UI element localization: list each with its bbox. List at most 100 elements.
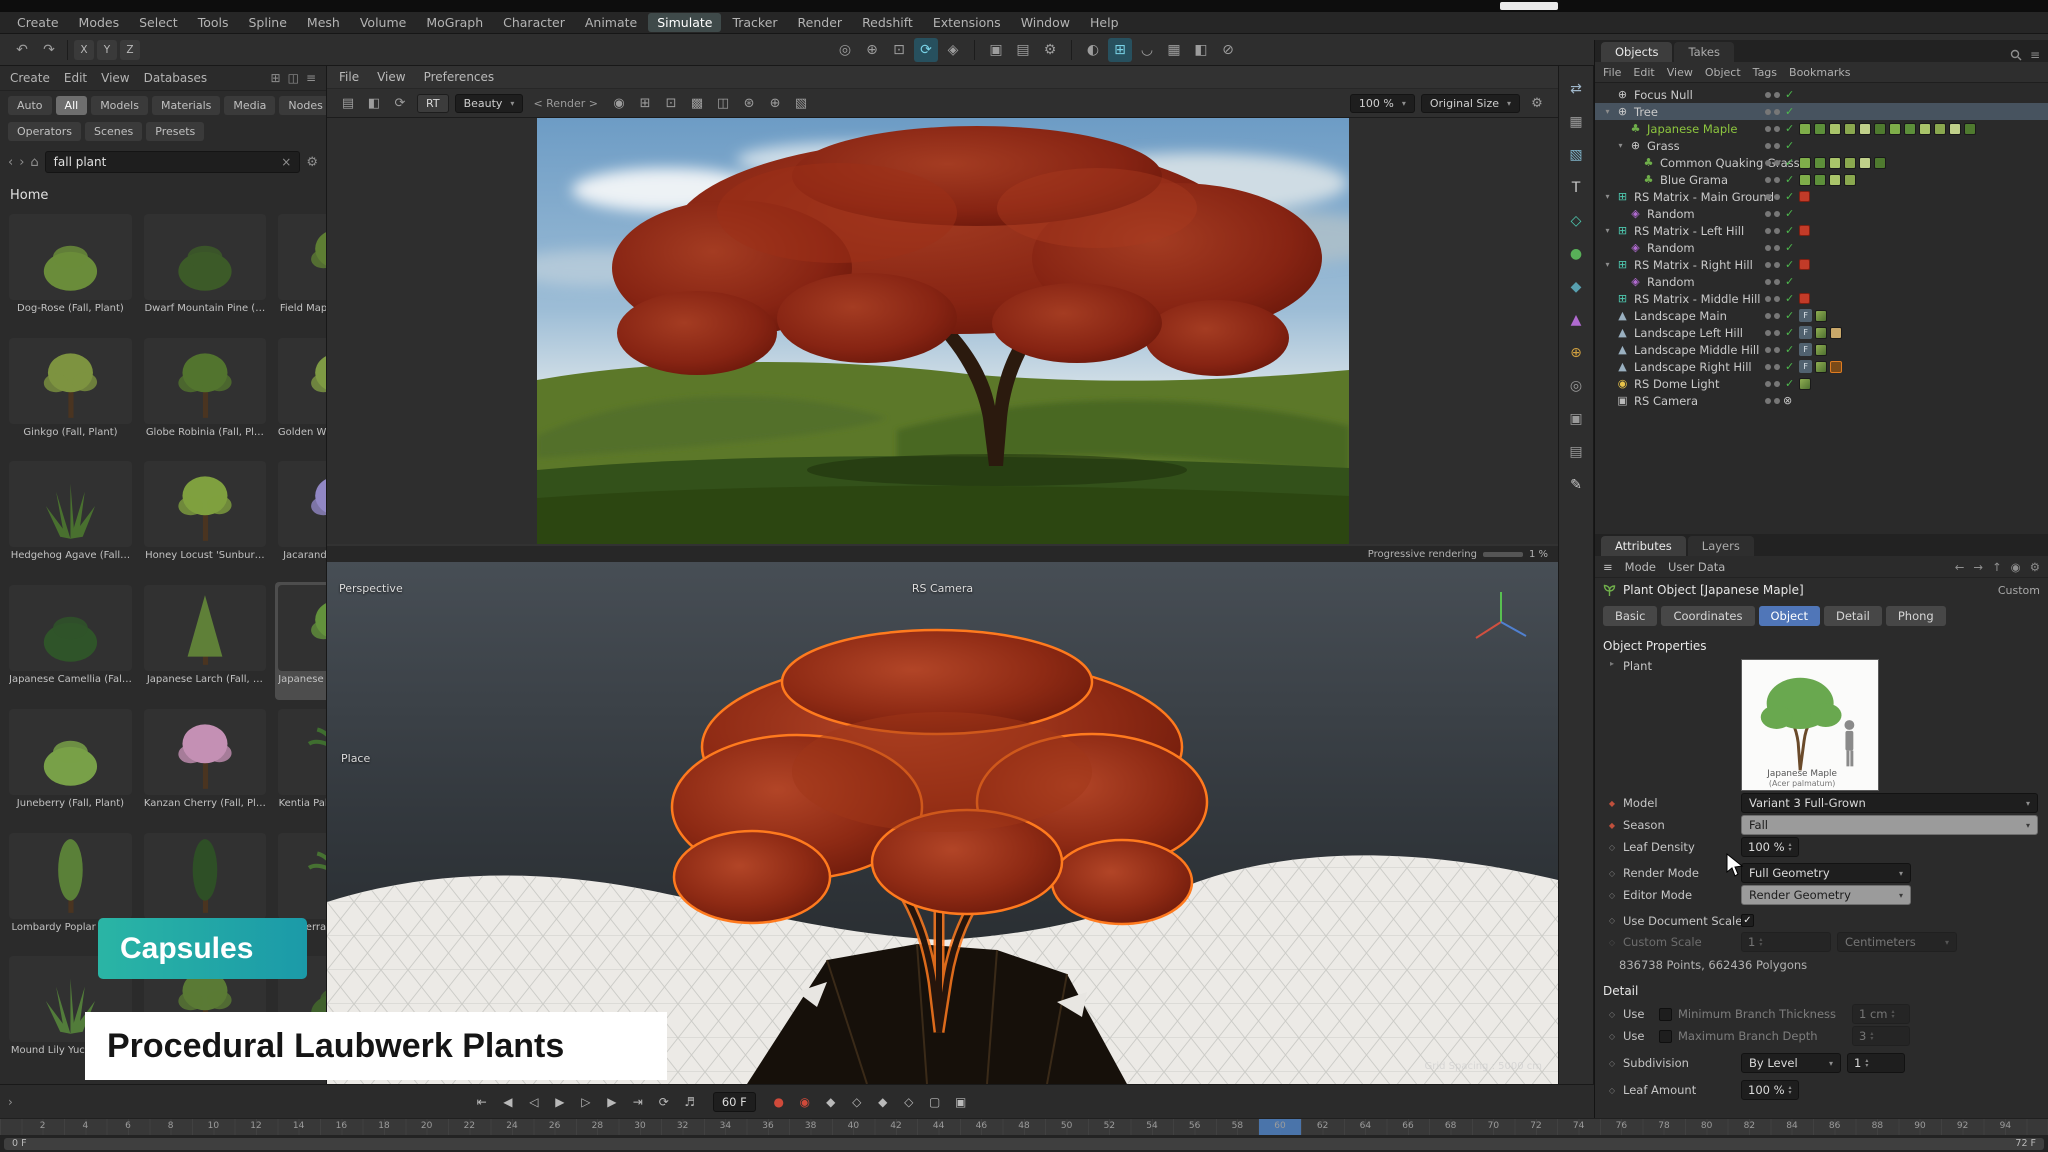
object-row-random[interactable]: ◈Random✓ — [1595, 273, 2048, 290]
object-row-rs-camera[interactable]: ▣RS Camera⊗ — [1595, 392, 2048, 409]
filter-all[interactable]: All — [56, 96, 88, 115]
texture-mode-icon[interactable]: ▧ — [1563, 142, 1589, 168]
ruler-frame-36[interactable]: 36 — [762, 1121, 773, 1131]
undo-icon[interactable]: ↶ — [10, 38, 34, 62]
material-swatch[interactable] — [1829, 174, 1841, 186]
key-dot[interactable]: ◇ — [1607, 869, 1617, 878]
list-view-icon[interactable]: ≡ — [306, 71, 316, 85]
enabled-check-icon[interactable]: ✓ — [1785, 207, 1794, 220]
render-visibility-dot[interactable] — [1774, 109, 1780, 115]
axis-x-button[interactable]: X — [74, 40, 94, 60]
frame-ruler[interactable]: 2468101214161820222426283032343638404244… — [0, 1118, 2048, 1135]
menu-simulate[interactable]: Simulate — [648, 13, 721, 32]
next-frame-button[interactable]: ▷ — [575, 1091, 597, 1113]
enabled-check-icon[interactable]: ✓ — [1785, 258, 1794, 271]
tan-tag-chip[interactable] — [1830, 327, 1842, 339]
material-swatch[interactable] — [1844, 123, 1856, 135]
text-tool-icon[interactable]: T — [1563, 175, 1589, 201]
asset-thumb-ginkgo-fall-plant[interactable]: Ginkgo (Fall, Plant) — [6, 335, 135, 453]
red-tag-chip[interactable] — [1799, 293, 1810, 304]
rotate-tool-icon[interactable]: ⟳ — [914, 38, 938, 62]
section-tab-object[interactable]: Object — [1759, 606, 1820, 626]
layout-tab-indicator[interactable] — [1500, 2, 1558, 10]
snap-magnet-icon[interactable]: ◡ — [1135, 38, 1159, 62]
editor-visibility-dot[interactable] — [1765, 228, 1771, 234]
user-data-menu[interactable]: User Data — [1668, 560, 1725, 574]
material-swatch[interactable] — [1874, 123, 1886, 135]
ruler-frame-12[interactable]: 12 — [250, 1121, 261, 1131]
menu-animate[interactable]: Animate — [576, 13, 646, 32]
render-visibility-dot[interactable] — [1774, 398, 1780, 404]
split-view-icon[interactable]: ◫ — [288, 71, 299, 85]
editor-visibility-dot[interactable] — [1765, 262, 1771, 268]
tab-objects[interactable]: Objects — [1601, 42, 1672, 62]
ruler-frame-90[interactable]: 90 — [1914, 1121, 1925, 1131]
menu-window[interactable]: Window — [1012, 13, 1079, 32]
ruler-frame-22[interactable]: 22 — [464, 1121, 475, 1131]
red-tag-chip[interactable] — [1799, 191, 1810, 202]
editor-visibility-dot[interactable] — [1765, 313, 1771, 319]
camera-tool-icon[interactable]: ▣ — [1563, 406, 1589, 432]
key-dot[interactable]: ◇ — [1607, 1010, 1617, 1019]
editor-visibility-dot[interactable] — [1765, 92, 1771, 98]
custom-label[interactable]: Custom — [1998, 584, 2040, 597]
parent-up-icon[interactable]: ↑ — [1992, 560, 2002, 574]
object-row-focus-null[interactable]: ⊕Focus Null✓ — [1595, 86, 2048, 103]
object-row-random[interactable]: ◈Random✓ — [1595, 239, 2048, 256]
grid-view-icon[interactable]: ⊞ — [271, 71, 281, 85]
key-dot[interactable]: ◇ — [1607, 916, 1617, 925]
editor-visibility-dot[interactable] — [1765, 296, 1771, 302]
record-button[interactable]: ● — [768, 1091, 790, 1113]
sound-button[interactable]: ♬ — [679, 1091, 701, 1113]
red-tag-chip[interactable] — [1799, 259, 1810, 270]
autokey-button[interactable]: ◉ — [794, 1091, 816, 1113]
ruler-frame-42[interactable]: 42 — [890, 1121, 901, 1131]
ruler-frame-8[interactable]: 8 — [168, 1121, 174, 1131]
leaf-density-field[interactable]: 100 %▴▾ — [1741, 837, 1799, 857]
axis-z-button[interactable]: Z — [120, 40, 140, 60]
workplane-icon[interactable]: ▦ — [1162, 38, 1186, 62]
enabled-check-icon[interactable]: ✓ — [1785, 156, 1794, 169]
compare-icon[interactable]: ◧ — [363, 92, 385, 114]
ruler-frame-70[interactable]: 70 — [1488, 1121, 1499, 1131]
expander-icon[interactable]: ▾ — [1601, 226, 1614, 235]
max-branch-checkbox[interactable] — [1659, 1030, 1672, 1043]
asset-thumb-hedgehog-agave-fall[interactable]: Hedgehog Agave (Fall… — [6, 458, 135, 576]
min-branch-checkbox[interactable] — [1659, 1008, 1672, 1021]
editor-visibility-dot[interactable] — [1765, 126, 1771, 132]
keyframe-rotation-button[interactable]: ◆ — [872, 1091, 894, 1113]
key-dot[interactable]: ◇ — [1607, 891, 1617, 900]
points-mode-icon[interactable]: ● — [1563, 241, 1589, 267]
ruler-frame-84[interactable]: 84 — [1786, 1121, 1797, 1131]
red-tag-chip[interactable] — [1799, 225, 1810, 236]
material-swatch[interactable] — [1964, 123, 1976, 135]
object-row-random[interactable]: ◈Random✓ — [1595, 205, 2048, 222]
filter-models[interactable]: Models — [91, 96, 148, 115]
rt-button[interactable]: RT — [417, 94, 449, 113]
keyframe-selection-button[interactable]: ▢ — [924, 1091, 946, 1113]
workplane-mode-icon[interactable]: ◇ — [1563, 208, 1589, 234]
render-canvas[interactable] — [327, 118, 1558, 544]
material-swatch[interactable] — [1799, 174, 1811, 186]
camera-label[interactable]: RS Camera — [912, 582, 973, 595]
asset-thumb-globe-robinia-fall-pl[interactable]: Globe Robinia (Fall, Pl… — [141, 335, 269, 453]
object-row-grass[interactable]: ▾⊕Grass✓ — [1595, 137, 2048, 154]
editor-visibility-dot[interactable] — [1765, 160, 1771, 166]
editor-visibility-dot[interactable] — [1765, 330, 1771, 336]
view-label[interactable]: Perspective — [339, 582, 403, 595]
menu-select[interactable]: Select — [130, 13, 187, 32]
render-visibility-dot[interactable] — [1774, 92, 1780, 98]
material-swatch[interactable] — [1814, 157, 1826, 169]
object-row-landscape-right-hill[interactable]: ▲Landscape Right Hill✓F — [1595, 358, 2048, 375]
object-row-rs-matrix-main-ground[interactable]: ▾⊞RS Matrix - Main Ground✓ — [1595, 188, 2048, 205]
ruler-frame-58[interactable]: 58 — [1232, 1121, 1243, 1131]
enabled-check-icon[interactable]: ✓ — [1785, 343, 1794, 356]
render-menu-file[interactable]: File — [339, 70, 359, 84]
key-dot[interactable]: ◇ — [1607, 843, 1617, 852]
object-row-rs-matrix-middle-hill[interactable]: ⊞RS Matrix - Middle Hill✓ — [1595, 290, 2048, 307]
panel-menu-icon[interactable]: ≡ — [2030, 48, 2040, 62]
render-mode-dropdown[interactable]: Full Geometry▾ — [1741, 863, 1911, 883]
live-selection-icon[interactable]: ◎ — [833, 38, 857, 62]
enabled-check-icon[interactable]: ✓ — [1785, 122, 1794, 135]
scale-tool-icon[interactable]: ⊡ — [887, 38, 911, 62]
